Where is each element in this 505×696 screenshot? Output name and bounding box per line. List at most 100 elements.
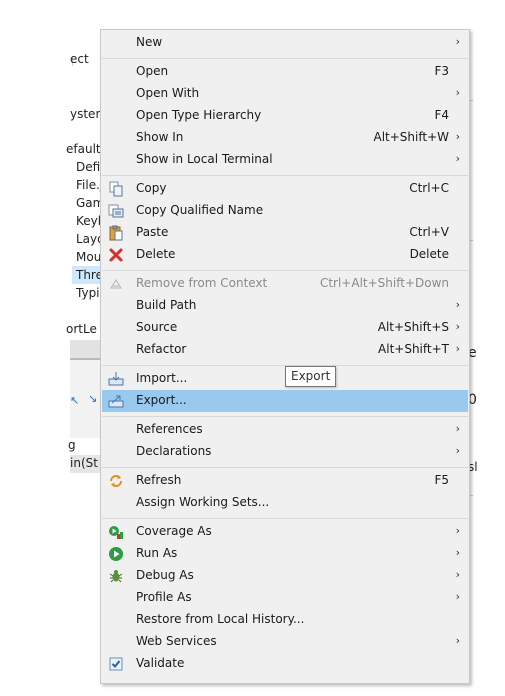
- bg-toolbar-icon[interactable]: ↘: [88, 392, 97, 405]
- menu-item-label: Open Type Hierarchy: [136, 108, 262, 122]
- context-menu: New › Open F3 Open With › Open Type Hier…: [100, 29, 470, 684]
- submenu-arrow-icon: ›: [455, 524, 460, 537]
- menu-item-label: Refresh: [136, 473, 182, 487]
- bg-tree-item[interactable]: Typi: [76, 286, 100, 300]
- menu-separator: [102, 175, 468, 176]
- menu-item-shortcut: F5: [434, 473, 449, 487]
- menu-item-source[interactable]: Source Alt+Shift+S ›: [102, 317, 468, 339]
- menu-item-web-services[interactable]: Web Services ›: [102, 631, 468, 653]
- bg-text-import: ortLe: [66, 322, 97, 336]
- menu-separator: [102, 58, 468, 59]
- menu-item-label: Run As: [136, 546, 178, 560]
- menu-item-shortcut: Ctrl+C: [409, 181, 449, 195]
- debug-icon: [109, 570, 123, 583]
- menu-item-label: Import...: [136, 371, 188, 385]
- menu-item-label: References: [136, 422, 203, 436]
- menu-item-open-with[interactable]: Open With ›: [102, 83, 468, 105]
- submenu-arrow-icon: ›: [455, 152, 460, 165]
- submenu-arrow-icon: ›: [455, 568, 460, 581]
- menu-item-copy-qualified-name[interactable]: Copy Qualified Name: [102, 200, 468, 222]
- copy-qualified-name-icon: [108, 204, 124, 218]
- menu-item-label: Remove from Context: [136, 276, 268, 290]
- menu-item-label: Open With: [136, 86, 200, 100]
- run-icon: [109, 547, 123, 561]
- menu-item-label: Show in Local Terminal: [136, 152, 273, 166]
- submenu-arrow-icon: ›: [455, 130, 460, 143]
- bg-text-default-package: efault: [66, 142, 101, 156]
- copy-icon: [109, 181, 123, 197]
- menu-item-run-as[interactable]: Run As ›: [102, 543, 468, 565]
- menu-item-show-in[interactable]: Show In Alt+Shift+W ›: [102, 127, 468, 149]
- menu-item-label: Copy: [136, 181, 167, 195]
- submenu-arrow-icon: ›: [455, 35, 460, 48]
- submenu-arrow-icon: ›: [455, 86, 460, 99]
- menu-item-restore-from-local-history[interactable]: Restore from Local History...: [102, 609, 468, 631]
- submenu-arrow-icon: ›: [455, 422, 460, 435]
- menu-item-coverage-as[interactable]: Coverage As ›: [102, 521, 468, 543]
- menu-item-copy[interactable]: Copy Ctrl+C: [102, 178, 468, 200]
- menu-item-label: Source: [136, 320, 178, 334]
- menu-separator: [102, 518, 468, 519]
- menu-item-remove-from-context[interactable]: Remove from Context Ctrl+Alt+Shift+Down: [102, 273, 468, 295]
- bg-tree-item-selected[interactable]: Thre: [76, 268, 103, 282]
- menu-item-declarations[interactable]: Declarations ›: [102, 441, 468, 463]
- import-icon: [108, 372, 124, 386]
- refresh-icon: [110, 475, 122, 487]
- menu-item-shortcut: Alt+Shift+W: [373, 130, 450, 144]
- menu-item-label: Build Path: [136, 298, 197, 312]
- menu-item-shortcut: Alt+Shift+T: [378, 342, 449, 356]
- menu-item-shortcut: Ctrl+Alt+Shift+Down: [319, 276, 449, 290]
- menu-item-paste[interactable]: Paste Ctrl+V: [102, 222, 468, 244]
- bg-line: [470, 100, 473, 101]
- menu-item-references[interactable]: References ›: [102, 419, 468, 441]
- menu-item-debug-as[interactable]: Debug As ›: [102, 565, 468, 587]
- menu-item-open[interactable]: Open F3: [102, 61, 468, 83]
- menu-item-label: New: [136, 35, 163, 49]
- menu-item-shortcut: Delete: [409, 247, 449, 261]
- menu-item-label: Open: [136, 64, 169, 78]
- menu-item-label: Declarations: [136, 444, 212, 458]
- menu-item-shortcut: F3: [434, 64, 449, 78]
- coverage-icon: [109, 526, 123, 539]
- menu-item-label: Refactor: [136, 342, 187, 356]
- remove-from-context-icon: [110, 279, 122, 289]
- menu-item-validate[interactable]: Validate: [102, 653, 468, 675]
- menu-item-new[interactable]: New ›: [102, 32, 468, 54]
- menu-item-build-path[interactable]: Build Path ›: [102, 295, 468, 317]
- menu-item-shortcut: Ctrl+V: [409, 225, 449, 239]
- menu-item-show-in-local-terminal[interactable]: Show in Local Terminal ›: [102, 149, 468, 171]
- submenu-arrow-icon: ›: [455, 634, 460, 647]
- submenu-arrow-icon: ›: [455, 546, 460, 559]
- menu-item-profile-as[interactable]: Profile As ›: [102, 587, 468, 609]
- menu-item-label: Assign Working Sets...: [136, 495, 270, 509]
- bg-toolbar-icon[interactable]: ↖: [70, 394, 79, 407]
- menu-item-label: Profile As: [136, 590, 192, 604]
- menu-item-shortcut: F4: [434, 108, 449, 122]
- menu-item-label: Show In: [136, 130, 184, 144]
- bg-tree-item[interactable]: Defi: [76, 160, 100, 174]
- menu-separator: [102, 416, 468, 417]
- menu-item-assign-working-sets[interactable]: Assign Working Sets...: [102, 492, 468, 514]
- menu-item-label: Debug As: [136, 568, 194, 582]
- menu-item-refresh[interactable]: Refresh F5: [102, 470, 468, 492]
- bg-tree-item[interactable]: Mou: [76, 250, 101, 264]
- bg-line: [470, 240, 473, 241]
- menu-item-label: Delete: [136, 247, 176, 261]
- export-icon: [108, 395, 124, 408]
- menu-item-open-type-hierarchy[interactable]: Open Type Hierarchy F4: [102, 105, 468, 127]
- paste-icon: [109, 225, 123, 241]
- menu-separator: [102, 270, 468, 271]
- delete-icon: [109, 248, 123, 262]
- menu-item-label: Paste: [136, 225, 169, 239]
- menu-item-label: Validate: [136, 656, 185, 670]
- menu-item-label: Copy Qualified Name: [136, 203, 264, 217]
- menu-item-delete[interactable]: Delete Delete: [102, 244, 468, 266]
- submenu-arrow-icon: ›: [455, 444, 460, 457]
- bg-line: [470, 495, 473, 496]
- menu-item-label: Restore from Local History...: [136, 612, 305, 626]
- menu-item-refactor[interactable]: Refactor Alt+Shift+T ›: [102, 339, 468, 361]
- export-tooltip: Export: [285, 366, 337, 387]
- menu-item-label: Export...: [136, 393, 187, 407]
- submenu-arrow-icon: ›: [455, 298, 460, 311]
- menu-item-export[interactable]: Export...: [102, 390, 468, 412]
